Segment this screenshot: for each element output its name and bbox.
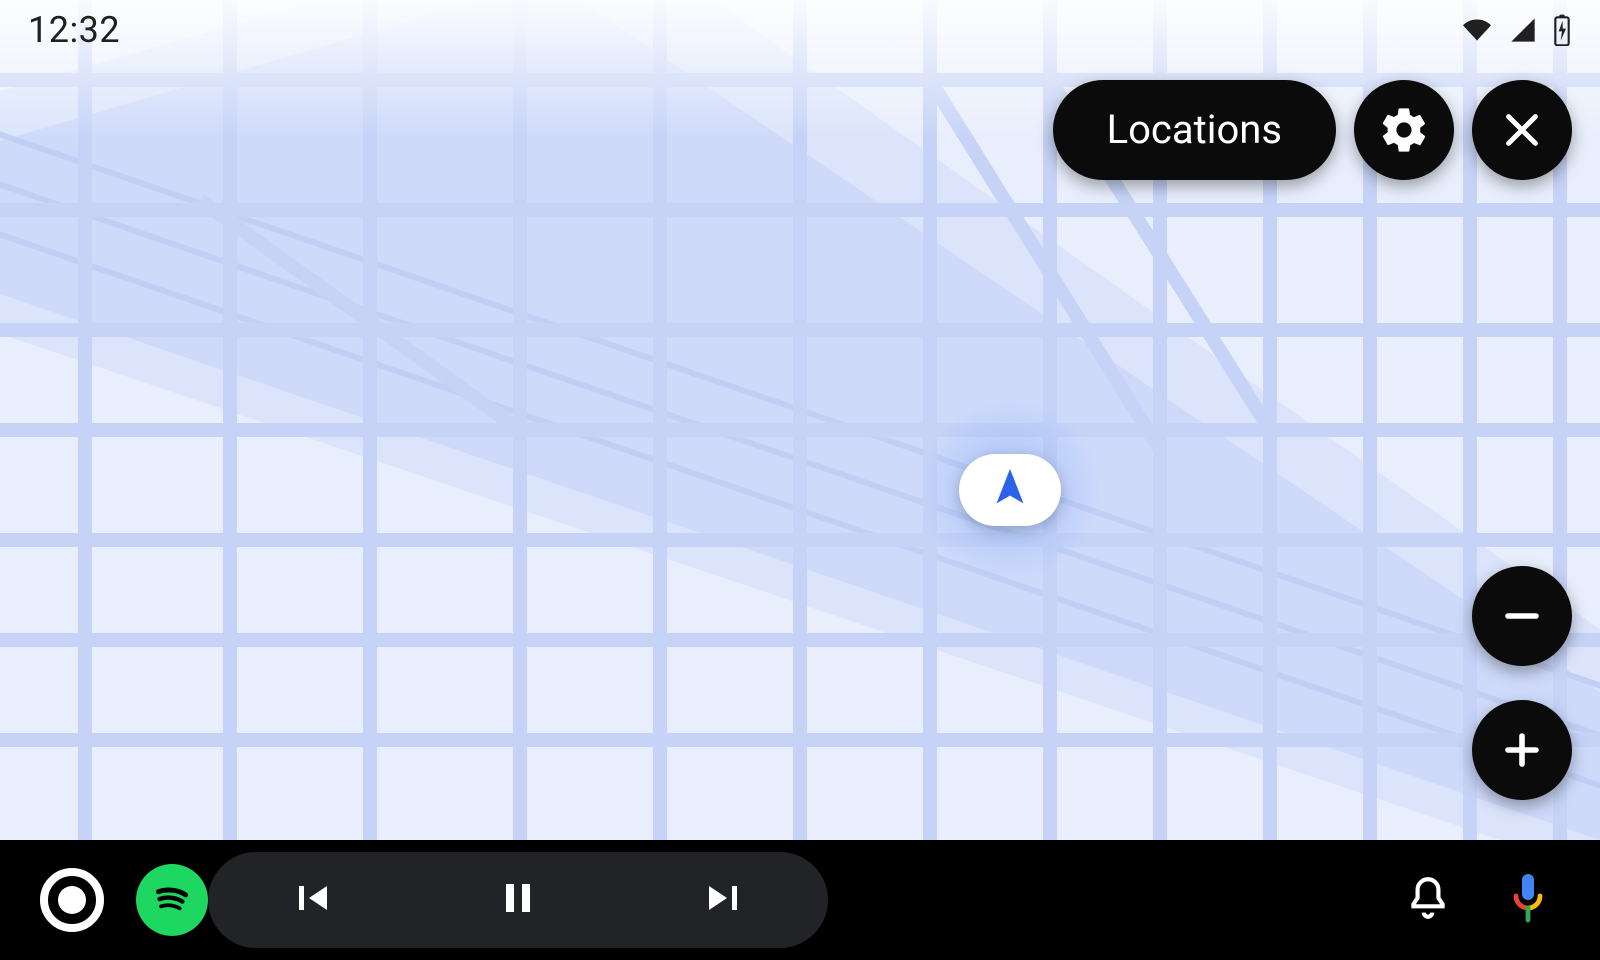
launcher-button[interactable]: [36, 864, 108, 936]
skip-next-icon: [701, 874, 749, 926]
locations-button[interactable]: Locations: [1053, 80, 1336, 180]
close-icon: [1499, 107, 1545, 153]
assistant-mic-icon: [1503, 870, 1553, 930]
previous-track-button[interactable]: [281, 870, 341, 930]
bottom-nav-bar: [0, 840, 1600, 960]
wifi-icon: [1460, 16, 1494, 44]
notifications-icon: [1403, 873, 1453, 927]
minus-icon: [1498, 592, 1546, 640]
gear-icon: [1378, 104, 1430, 156]
voice-assistant-button[interactable]: [1492, 864, 1564, 936]
status-time: 12:32: [28, 9, 120, 51]
media-controls: [208, 852, 828, 948]
zoom-out-button[interactable]: [1472, 566, 1572, 666]
skip-previous-icon: [287, 874, 335, 926]
status-bar: 12:32: [0, 0, 1600, 60]
settings-button[interactable]: [1354, 80, 1454, 180]
status-icons: [1460, 14, 1572, 46]
cell-signal-icon: [1508, 16, 1538, 44]
zoom-controls: [1472, 566, 1572, 800]
spotify-app-button[interactable]: [136, 864, 208, 936]
notifications-button[interactable]: [1392, 864, 1464, 936]
zoom-in-button[interactable]: [1472, 700, 1572, 800]
play-pause-button[interactable]: [488, 870, 548, 930]
launcher-icon: [40, 868, 104, 932]
battery-charging-icon: [1552, 14, 1572, 46]
top-controls: Locations: [1053, 80, 1572, 180]
spotify-icon: [147, 873, 197, 927]
plus-icon: [1498, 726, 1546, 774]
next-track-button[interactable]: [695, 870, 755, 930]
pause-icon: [494, 874, 542, 926]
close-button[interactable]: [1472, 80, 1572, 180]
